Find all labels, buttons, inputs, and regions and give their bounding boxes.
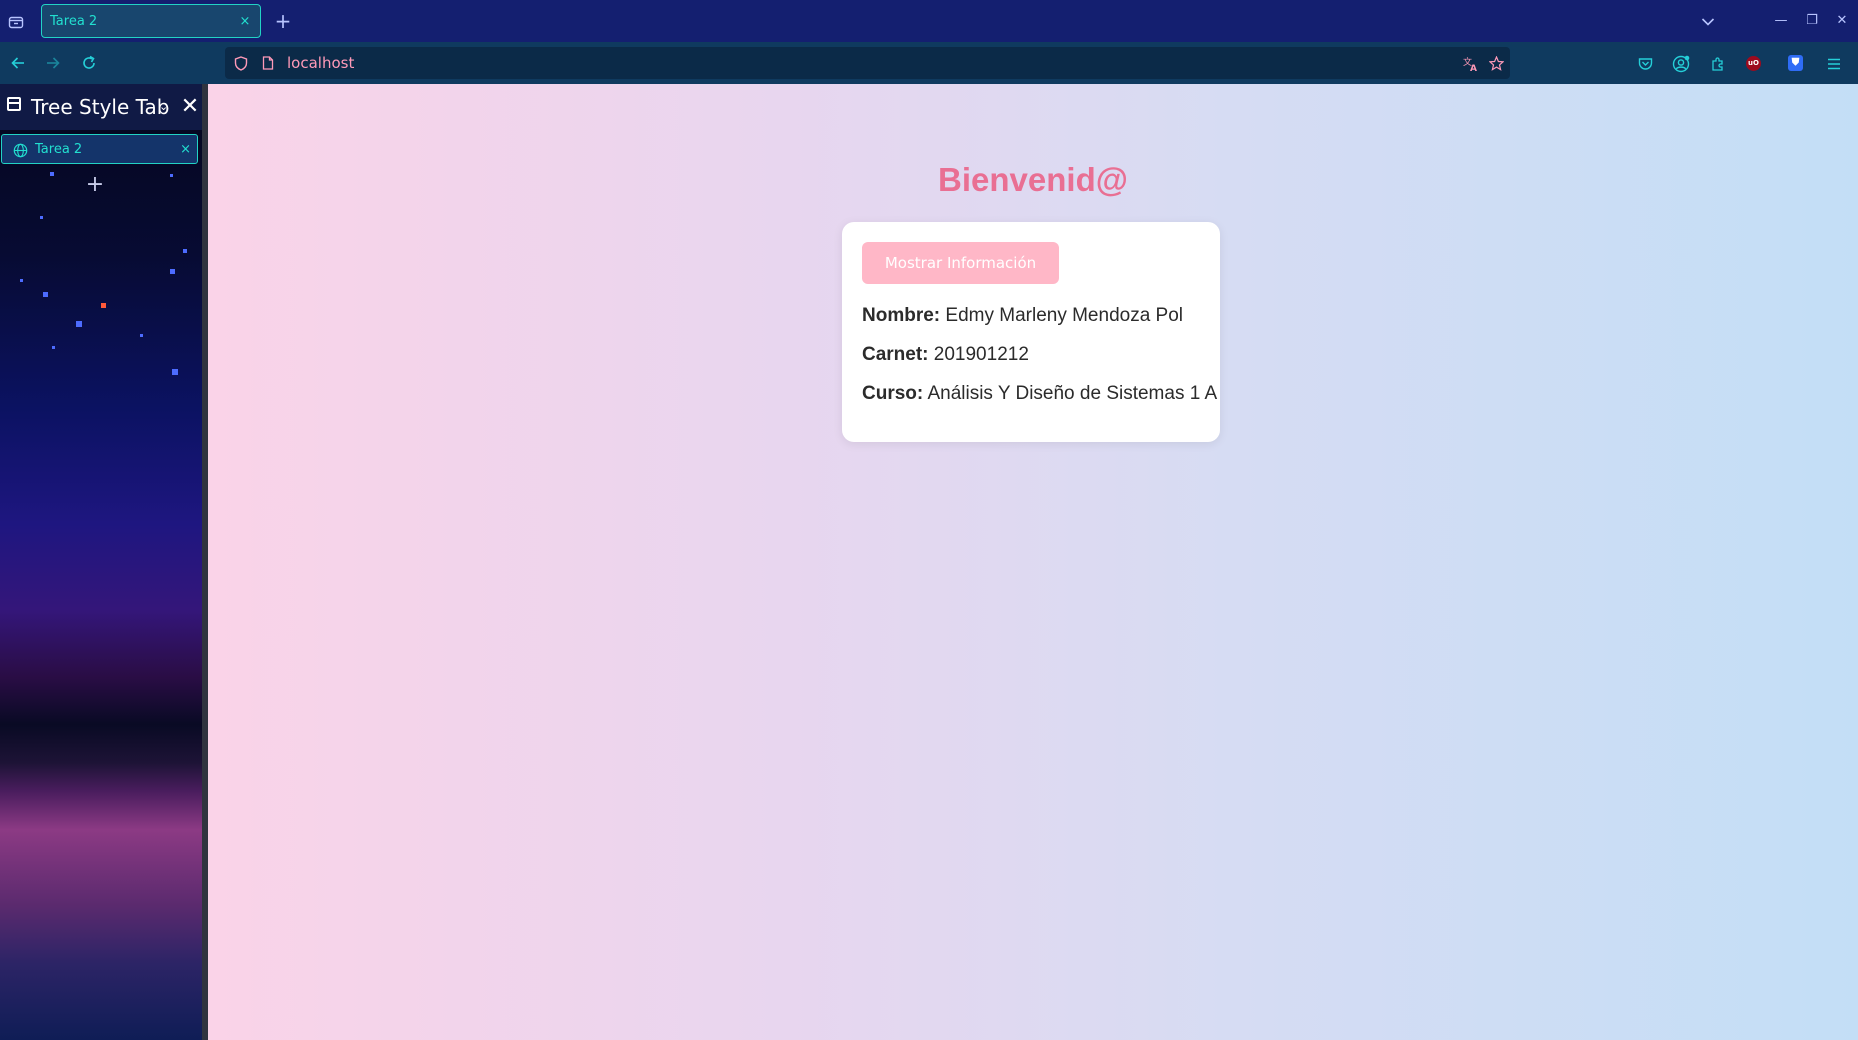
tab-list-icon[interactable] (2, 0, 30, 42)
pocket-icon[interactable] (1632, 42, 1658, 84)
star-bookmark-icon[interactable] (1486, 47, 1506, 79)
tab-strip: Tarea 2 × + — ❐ ✕ (0, 0, 1858, 42)
url-text: localhost (287, 54, 355, 72)
back-arrow-icon[interactable] (3, 42, 33, 84)
reload-icon[interactable] (74, 42, 104, 84)
sidebar-background-star (101, 303, 106, 308)
info-label: Curso: (862, 383, 924, 404)
info-row-nombre: Nombre: Edmy Marleny Mendoza Pol (862, 305, 1183, 327)
sidebar-background-star (40, 216, 43, 219)
sidebar-panel-icon (7, 97, 21, 111)
sidebar-background-star (170, 174, 173, 177)
info-value: Análisis Y Diseño de Sistemas 1 A (923, 383, 1218, 404)
browser-tab-active[interactable]: Tarea 2 × (41, 4, 261, 38)
ublock-icon[interactable]: uO (1746, 56, 1761, 71)
minimize-button[interactable]: — (1766, 0, 1796, 42)
svg-text:A: A (1470, 64, 1477, 72)
sidebar-background-star (170, 269, 175, 274)
close-window-button[interactable]: ✕ (1827, 0, 1857, 42)
restore-button[interactable]: ❐ (1797, 0, 1827, 42)
sidebar-background-star (76, 321, 82, 327)
hamburger-menu-icon[interactable] (1821, 42, 1847, 84)
puzzle-extensions-icon[interactable] (1705, 42, 1731, 84)
account-icon[interactable] (1668, 42, 1694, 84)
globe-icon (13, 135, 28, 165)
info-label: Nombre: (862, 305, 941, 326)
list-all-tabs-chevron-icon[interactable] (1694, 0, 1722, 42)
tracking-protection-shield-icon[interactable] (231, 47, 251, 79)
tab-title: Tarea 2 (50, 14, 98, 29)
info-row-carnet: Carnet: 201901212 (862, 344, 1029, 366)
sidebar-background-star (43, 292, 48, 297)
sidebar-switcher-chevron-icon[interactable]: ⌄ (159, 84, 168, 130)
sidebar-background-star (50, 172, 54, 176)
info-label: Carnet: (862, 344, 929, 365)
sidebar-header: Tree Style Tab ⌄ ✕ (0, 84, 202, 130)
sidebar-background-star (52, 346, 55, 349)
info-card: Mostrar Información Nombre: Edmy Marleny… (842, 222, 1220, 442)
sidebar-background-star (172, 369, 178, 375)
info-value: 201901212 (928, 344, 1029, 365)
sidebar-background-star (183, 249, 187, 253)
page-content: Bienvenid@ Mostrar Información Nombre: E… (208, 84, 1858, 1040)
sidebar-close-icon[interactable]: ✕ (180, 84, 200, 130)
info-row-curso: Curso: Análisis Y Diseño de Sistemas 1 A (862, 383, 1217, 405)
sidebar-background-star (20, 279, 23, 282)
navigation-toolbar: localhost 文A uO ⛊ (0, 42, 1858, 84)
info-value: Edmy Marleny Mendoza Pol (940, 305, 1184, 326)
sidebar-tab-item[interactable]: Tarea 2 × (1, 134, 198, 164)
sidebar-title[interactable]: Tree Style Tab (31, 84, 169, 130)
sidebar-new-tab-button[interactable]: + (84, 174, 106, 196)
forward-arrow-icon[interactable] (38, 42, 68, 84)
sidebar-tab-title: Tarea 2 (35, 142, 83, 157)
page-heading: Bienvenid@ (938, 161, 1128, 198)
new-tab-button[interactable]: + (270, 0, 296, 42)
tree-style-tab-sidebar: Tree Style Tab ⌄ ✕ Tarea 2 × + (0, 84, 202, 1040)
translate-icon[interactable]: 文A (1461, 47, 1481, 79)
url-bar[interactable]: localhost 文A (225, 47, 1510, 79)
bitwarden-shield-icon[interactable]: ⛊ (1788, 55, 1803, 71)
page-icon[interactable] (258, 47, 278, 79)
show-info-button[interactable]: Mostrar Información (862, 242, 1059, 284)
tab-close-icon[interactable]: × (236, 5, 254, 39)
sidebar-tab-close-icon[interactable]: × (180, 135, 191, 165)
sidebar-background-star (140, 334, 143, 337)
